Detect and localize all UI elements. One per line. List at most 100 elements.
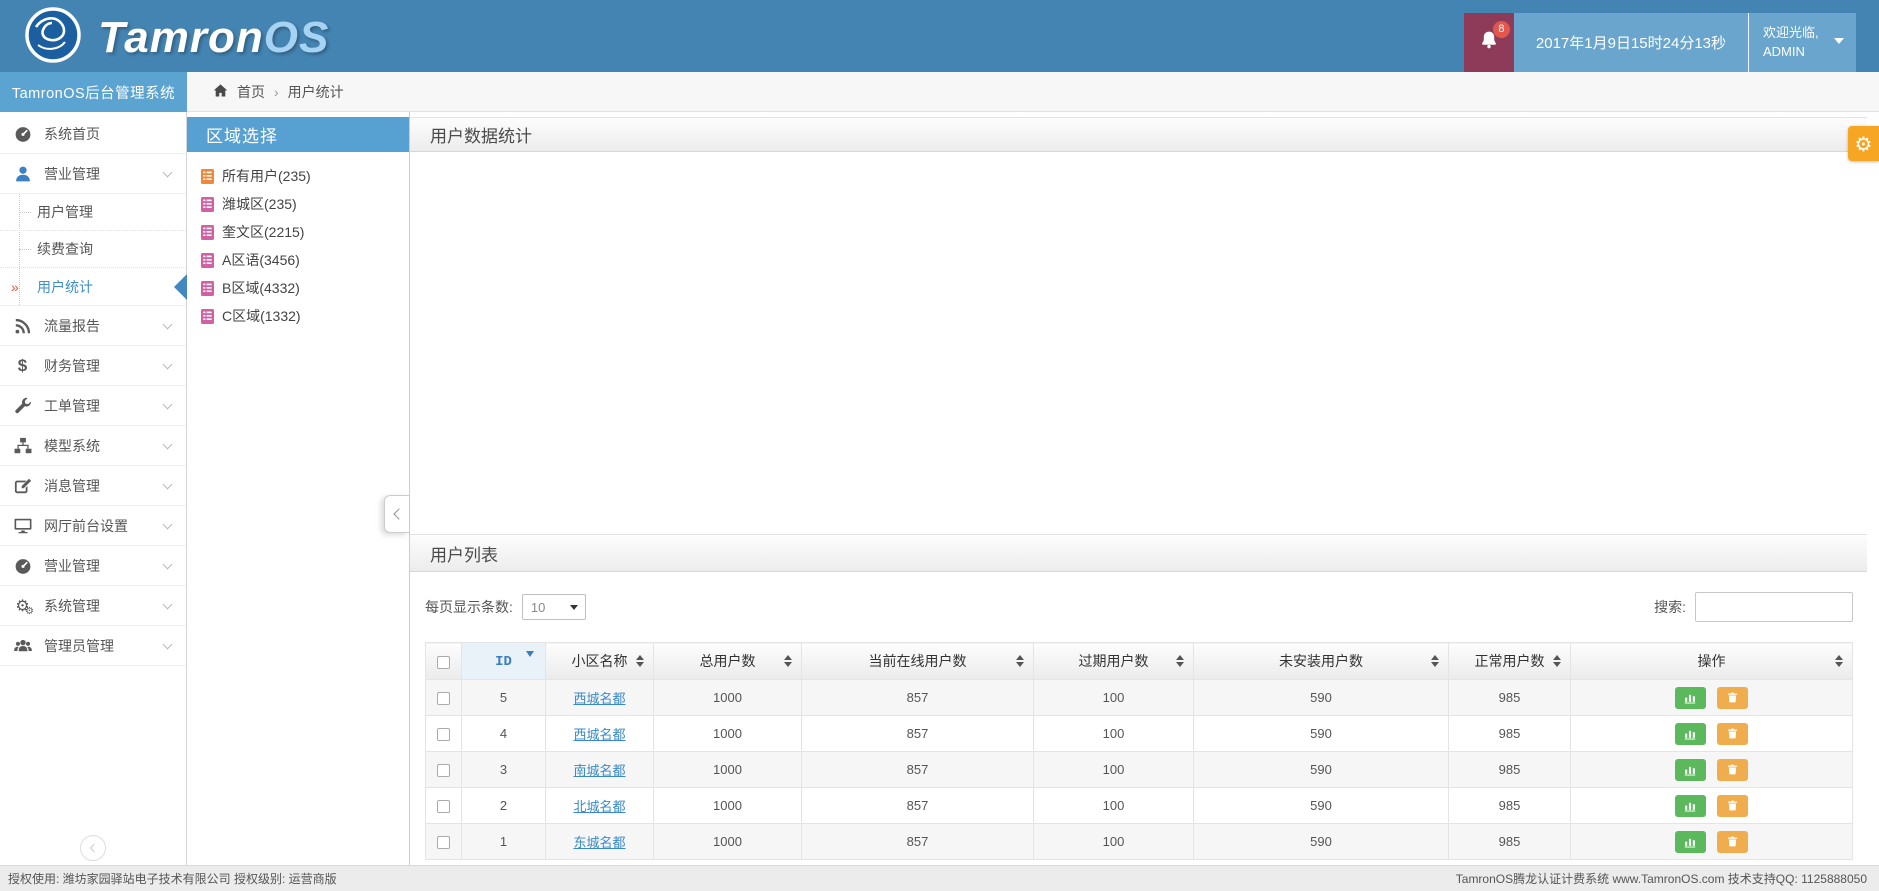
chevron-down-icon — [162, 399, 173, 409]
community-link[interactable]: 西城名都 — [573, 691, 625, 706]
region-item-c[interactable]: C区域(1332) — [187, 302, 409, 330]
column-header-id[interactable]: ID — [461, 642, 546, 680]
sidebar-item-label: 网厅前台设置 — [44, 517, 128, 534]
row-checkbox[interactable] — [437, 836, 450, 850]
community-link[interactable]: 东城名都 — [573, 835, 625, 850]
main-area: 用户数据统计 用户列表 每页显示条数: 10 搜索: ID 小区名称 总用户数 … — [410, 112, 1879, 865]
sidebar-item-model-system[interactable]: 模型系统 — [0, 426, 186, 466]
row-checkbox[interactable] — [437, 728, 450, 742]
search-label: 搜索: — [1654, 599, 1686, 615]
cell-online: 857 — [801, 715, 1034, 752]
row-checkbox[interactable] — [437, 692, 450, 706]
per-page-label: 每页显示条数: — [425, 599, 513, 615]
tree-node-icon — [201, 308, 214, 324]
delete-button[interactable] — [1717, 686, 1749, 709]
chevron-down-icon — [569, 605, 578, 610]
cell-normal: 985 — [1448, 751, 1571, 788]
cell-id: 3 — [461, 751, 546, 788]
collapse-region-panel-button[interactable] — [384, 495, 409, 533]
region-item-b[interactable]: B区域(4332) — [187, 274, 409, 302]
community-link[interactable]: 北城名都 — [573, 799, 625, 814]
sidebar-item-business[interactable]: 营业管理 — [0, 154, 186, 194]
sidebar-item-admin-management[interactable]: 管理员管理 — [0, 626, 186, 666]
wrench-icon — [13, 396, 32, 415]
sidebar-item-dashboard[interactable]: 系统首页 — [0, 114, 186, 154]
sort-icon — [1835, 655, 1843, 667]
view-chart-button[interactable] — [1674, 830, 1706, 853]
cell-uninstalled: 590 — [1193, 715, 1449, 752]
cell-uninstalled: 590 — [1193, 787, 1449, 824]
notifications-button[interactable]: 8 — [1463, 13, 1514, 72]
select-all-checkbox[interactable] — [437, 655, 450, 669]
region-item-all-users[interactable]: 所有用户(235) — [187, 162, 409, 190]
region-item-a[interactable]: A区语(3456) — [187, 246, 409, 274]
per-page-select[interactable]: 10 — [521, 594, 586, 620]
sidebar-submenu: 用户管理 续费查询 用户统计 — [0, 194, 187, 306]
user-stats-chart-area — [410, 152, 1867, 532]
search-input[interactable] — [1695, 592, 1853, 622]
cell-id: 1 — [461, 823, 546, 860]
table-row: 4 西城名都 1000 857 100 590 985 — [425, 715, 1853, 752]
region-panel: 区域选择 所有用户(235) 潍城区(235) 奎文区(2215) A区语(34… — [187, 112, 410, 865]
sort-icon — [784, 655, 792, 667]
tree-node-icon — [201, 224, 214, 240]
sidebar-item-label: 财务管理 — [44, 357, 100, 374]
breadcrumb-home[interactable]: 首页 — [237, 82, 265, 102]
region-panel-title: 区域选择 — [187, 117, 409, 152]
home-icon — [213, 83, 228, 101]
sidebar-nav: 系统首页 营业管理 用户管理 续费查询 用户统计 — [0, 112, 187, 865]
sidebar-item-messages[interactable]: 消息管理 — [0, 466, 186, 506]
sidebar-item-finance[interactable]: 财务管理 — [0, 346, 186, 386]
cell-uninstalled: 590 — [1193, 679, 1449, 716]
column-header-community[interactable]: 小区名称 — [545, 642, 654, 680]
delete-button[interactable] — [1717, 830, 1749, 853]
rss-icon — [13, 316, 32, 335]
sidebar-item-system-settings[interactable]: 系统管理 — [0, 586, 186, 626]
community-link[interactable]: 南城名都 — [573, 763, 625, 778]
stats-panel-title: 用户数据统计 — [410, 117, 1867, 152]
sidebar-item-traffic-report[interactable]: 流量报告 — [0, 306, 186, 346]
sidebar-item-portal-settings[interactable]: 网厅前台设置 — [0, 506, 186, 546]
region-item-label: 奎文区(2215) — [222, 224, 305, 240]
column-header-total-users[interactable]: 总用户数 — [653, 642, 802, 680]
sidebar-item-user-management[interactable]: 用户管理 — [0, 194, 186, 231]
sidebar-item-label: 模型系统 — [44, 437, 100, 454]
sidebar-collapse-button[interactable] — [80, 835, 106, 861]
region-item-label: B区域(4332) — [222, 280, 300, 296]
delete-button[interactable] — [1717, 722, 1749, 745]
view-chart-button[interactable] — [1674, 722, 1706, 745]
row-checkbox[interactable] — [437, 764, 450, 778]
user-menu[interactable]: 欢迎光临, ADMIN — [1748, 13, 1856, 72]
brand-logo[interactable]: TamronOS — [24, 6, 329, 69]
sidebar-item-business-2[interactable]: 营业管理 — [0, 546, 186, 586]
delete-button[interactable] — [1717, 794, 1749, 817]
sidebar-item-user-statistics[interactable]: 用户统计 — [0, 268, 187, 305]
column-header-normal-users[interactable]: 正常用户数 — [1448, 642, 1571, 680]
region-item-label: C区域(1332) — [222, 308, 301, 324]
cell-normal: 985 — [1448, 787, 1571, 824]
sidebar-item-work-orders[interactable]: 工单管理 — [0, 386, 186, 426]
tree-node-icon — [201, 196, 214, 212]
settings-gear-button[interactable] — [1848, 126, 1879, 161]
region-item-label: A区语(3456) — [222, 252, 300, 268]
column-header-uninstalled-users[interactable]: 未安装用户数 — [1193, 642, 1449, 680]
breadcrumb-current: 用户统计 — [287, 83, 344, 100]
region-item-weicheng[interactable]: 潍城区(235) — [187, 190, 409, 218]
row-checkbox[interactable] — [437, 800, 450, 814]
sidebar-item-renewal-query[interactable]: 续费查询 — [0, 231, 186, 268]
breadcrumb-separator: › — [274, 83, 279, 100]
cell-total: 1000 — [653, 679, 802, 716]
cell-total: 1000 — [653, 787, 802, 824]
view-chart-button[interactable] — [1674, 686, 1706, 709]
user-stats-panel: 用户数据统计 — [410, 117, 1867, 532]
region-item-kuiwen[interactable]: 奎文区(2215) — [187, 218, 409, 246]
column-header-actions[interactable]: 操作 — [1570, 642, 1853, 680]
column-header-expired-users[interactable]: 过期用户数 — [1033, 642, 1194, 680]
delete-button[interactable] — [1717, 758, 1749, 781]
community-link[interactable]: 西城名都 — [573, 727, 625, 742]
view-chart-button[interactable] — [1674, 794, 1706, 817]
content-area: 系统首页 营业管理 用户管理 续费查询 用户统计 — [0, 112, 1879, 865]
column-header-online-users[interactable]: 当前在线用户数 — [801, 642, 1034, 680]
chevron-left-icon — [89, 843, 99, 853]
view-chart-button[interactable] — [1674, 758, 1706, 781]
